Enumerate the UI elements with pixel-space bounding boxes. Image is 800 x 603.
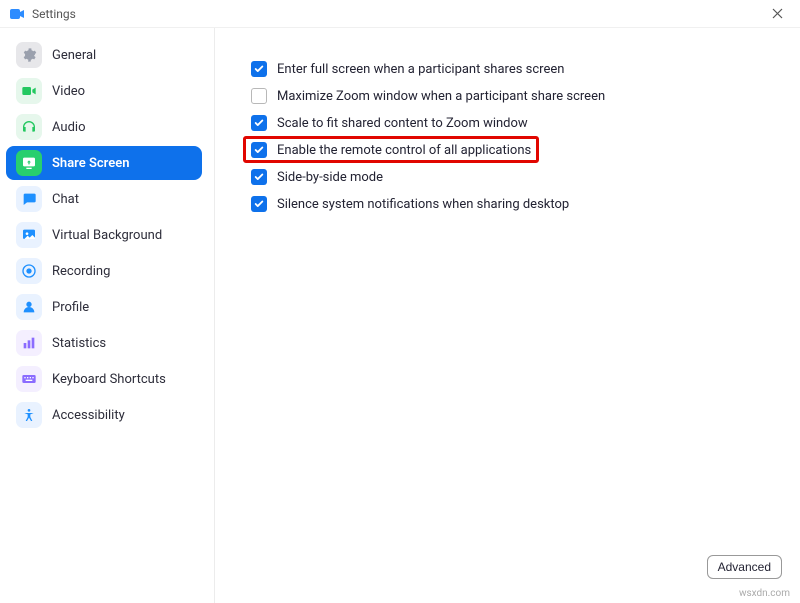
- sidebar-item-virtual-background[interactable]: Virtual Background: [6, 218, 202, 252]
- sidebar-item-label: Accessibility: [52, 408, 125, 423]
- option-row-silence-notifications: Silence system notifications when sharin…: [251, 191, 776, 217]
- sidebar-item-statistics[interactable]: Statistics: [6, 326, 202, 360]
- profile-icon: [16, 294, 42, 320]
- sidebar-item-general[interactable]: General: [6, 38, 202, 72]
- checkbox-full-screen[interactable]: [251, 61, 267, 77]
- advanced-button[interactable]: Advanced: [707, 555, 782, 579]
- video-icon: [16, 78, 42, 104]
- option-label: Enable the remote control of all applica…: [277, 143, 531, 158]
- close-button[interactable]: [762, 0, 792, 28]
- virtual-background-icon: [16, 222, 42, 248]
- sidebar-item-accessibility[interactable]: Accessibility: [6, 398, 202, 432]
- sidebar: General Video Audio Share Screen Chat Virtual…: [0, 28, 215, 603]
- option-label: Silence system notifications when sharin…: [277, 197, 569, 212]
- sidebar-item-audio[interactable]: Audio: [6, 110, 202, 144]
- option-row-remote-control: Enable the remote control of all applica…: [251, 137, 776, 163]
- option-row-scale-fit: Scale to fit shared content to Zoom wind…: [251, 110, 776, 136]
- sidebar-item-share-screen[interactable]: Share Screen: [6, 146, 202, 180]
- sidebar-item-label: Audio: [52, 120, 85, 135]
- sidebar-item-label: Recording: [52, 264, 110, 279]
- audio-icon: [16, 114, 42, 140]
- sidebar-item-profile[interactable]: Profile: [6, 290, 202, 324]
- statistics-icon: [16, 330, 42, 356]
- titlebar: Settings: [0, 0, 800, 28]
- sidebar-item-label: Statistics: [52, 336, 106, 351]
- checkbox-maximize[interactable]: [251, 88, 267, 104]
- checkbox-remote-control[interactable]: [251, 142, 267, 158]
- checkbox-silence-notifications[interactable]: [251, 196, 267, 212]
- option-label: Enter full screen when a participant sha…: [277, 62, 564, 77]
- option-label: Maximize Zoom window when a participant …: [277, 89, 605, 104]
- sidebar-item-label: Share Screen: [52, 156, 129, 171]
- general-icon: [16, 42, 42, 68]
- window-title: Settings: [32, 7, 76, 21]
- option-row-full-screen: Enter full screen when a participant sha…: [251, 56, 776, 82]
- sidebar-item-label: General: [52, 48, 96, 63]
- sidebar-item-label: Virtual Background: [52, 228, 162, 243]
- option-row-side-by-side: Side-by-side mode: [251, 164, 776, 190]
- watermark: wsxdn.com: [739, 588, 790, 599]
- share-screen-icon: [16, 150, 42, 176]
- checkbox-scale-fit[interactable]: [251, 115, 267, 131]
- sidebar-item-video[interactable]: Video: [6, 74, 202, 108]
- sidebar-item-chat[interactable]: Chat: [6, 182, 202, 216]
- sidebar-item-label: Keyboard Shortcuts: [52, 372, 166, 387]
- option-row-maximize: Maximize Zoom window when a participant …: [251, 83, 776, 109]
- sidebar-item-label: Video: [52, 84, 85, 99]
- keyboard-shortcuts-icon: [16, 366, 42, 392]
- sidebar-item-label: Profile: [52, 300, 89, 315]
- checkbox-side-by-side[interactable]: [251, 169, 267, 185]
- main-panel: Enter full screen when a participant sha…: [215, 28, 800, 603]
- sidebar-item-recording[interactable]: Recording: [6, 254, 202, 288]
- recording-icon: [16, 258, 42, 284]
- sidebar-item-keyboard-shortcuts[interactable]: Keyboard Shortcuts: [6, 362, 202, 396]
- option-label: Side-by-side mode: [277, 170, 383, 185]
- app-icon: [8, 5, 26, 23]
- accessibility-icon: [16, 402, 42, 428]
- option-label: Scale to fit shared content to Zoom wind…: [277, 116, 528, 131]
- sidebar-item-label: Chat: [52, 192, 79, 207]
- chat-icon: [16, 186, 42, 212]
